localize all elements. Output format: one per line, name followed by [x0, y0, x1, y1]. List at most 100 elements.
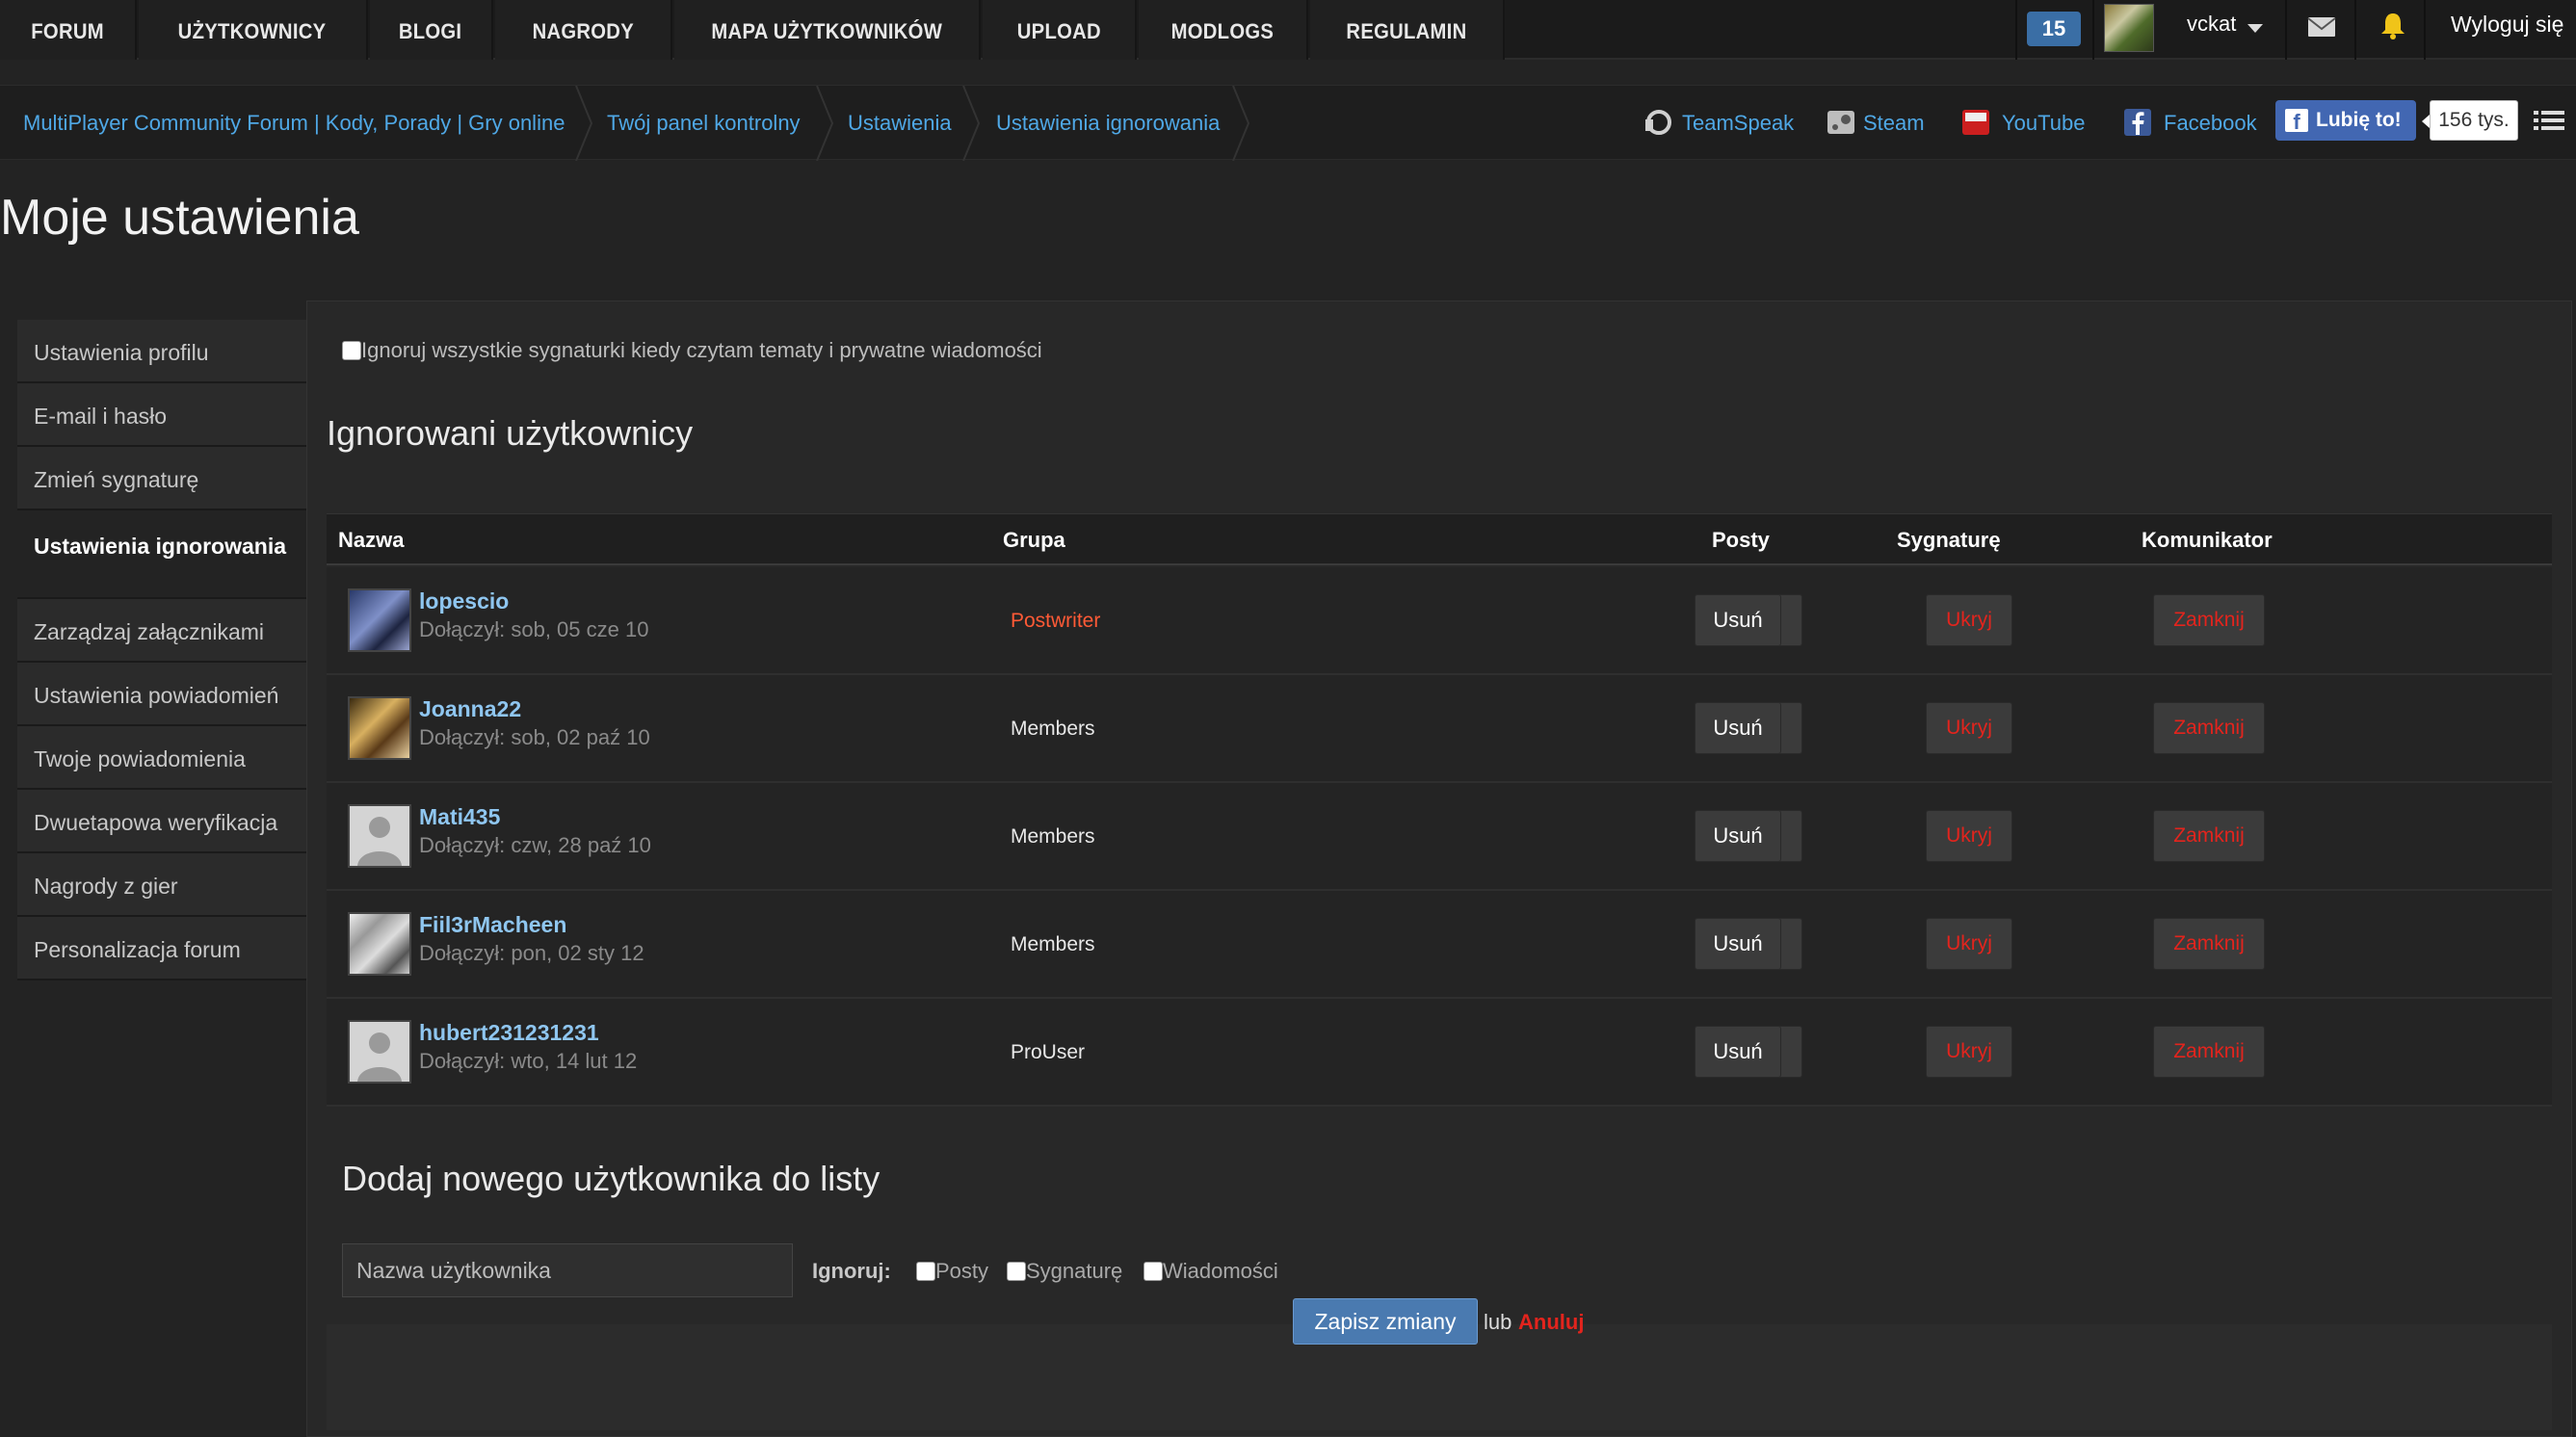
- user-avatar[interactable]: [348, 912, 411, 976]
- table-row: hubert231231231 Dołączył: wto, 14 lut 12…: [327, 999, 2552, 1107]
- youtube-label: YouTube: [2002, 111, 2086, 135]
- sidebar-item-forum-personalization[interactable]: Personalizacja forum: [17, 917, 306, 980]
- ignore-signature-checkbox[interactable]: [1007, 1262, 1026, 1282]
- user-avatar[interactable]: [2104, 4, 2154, 52]
- like-label: Lubię to!: [2316, 109, 2402, 131]
- close-messenger-button[interactable]: Zamknij: [2153, 702, 2265, 754]
- user-name-link[interactable]: Joanna22: [419, 696, 521, 722]
- logout-link[interactable]: Wyloguj się: [2451, 12, 2563, 38]
- breadcrumb-item-settings[interactable]: Ustawienia: [848, 86, 952, 161]
- sidebar-item-notification-settings[interactable]: Ustawienia powiadomień: [17, 663, 306, 726]
- hide-signature-button[interactable]: Ukryj: [1926, 594, 2012, 646]
- hide-signature-button[interactable]: Ukryj: [1926, 810, 2012, 862]
- user-silhouette-icon: [350, 806, 409, 866]
- sidebar-item-email-password[interactable]: E-mail i hasło: [17, 383, 306, 447]
- nav-tab-label: MODLOGS: [1170, 19, 1275, 43]
- mail-icon[interactable]: [2307, 15, 2336, 39]
- sidebar-item-profile-settings[interactable]: Ustawienia profilu: [17, 320, 306, 383]
- remove-user-button[interactable]: Usuń: [1695, 1026, 1781, 1078]
- cancel-link[interactable]: Anuluj: [1518, 1310, 1584, 1335]
- user-avatar[interactable]: [348, 696, 411, 760]
- facebook-icon: [2124, 109, 2151, 136]
- notification-count-badge[interactable]: 15: [2027, 12, 2081, 46]
- page-title: Moje ustawienia: [0, 190, 359, 246]
- remove-user-button[interactable]: Usuń: [1695, 594, 1781, 646]
- teamspeak-link[interactable]: TeamSpeak: [1643, 86, 1794, 161]
- close-messenger-button[interactable]: Zamknij: [2153, 810, 2265, 862]
- column-header-signature: Sygnaturę: [1897, 528, 2001, 552]
- default-avatar-icon[interactable]: [348, 804, 411, 868]
- table-row: Joanna22 Dołączył: sob, 02 paź 10 Member…: [327, 675, 2552, 783]
- nav-tab-forum[interactable]: FORUM: [0, 0, 137, 60]
- user-group: Members: [1011, 718, 1095, 740]
- sidebar-item-your-notifications[interactable]: Twoje powiadomienia: [17, 726, 306, 790]
- nav-tab-user-map[interactable]: MAPA UŻYTKOWNIKÓW: [674, 0, 981, 60]
- sidebar-item-attachments[interactable]: Zarządzaj załącznikami: [17, 599, 306, 663]
- table-row: Mati435 Dołączył: czw, 28 paź 10 Members…: [327, 783, 2552, 891]
- ignore-messages-checkbox[interactable]: [1143, 1262, 1163, 1282]
- breadcrumb-separator: [816, 86, 834, 161]
- remove-user-button[interactable]: Usuń: [1695, 810, 1781, 862]
- remove-user-button[interactable]: Usuń: [1695, 702, 1781, 754]
- breadcrumb-item-control-panel[interactable]: Twój panel kontrolny: [607, 86, 801, 161]
- ignore-posts-checkbox[interactable]: [916, 1262, 935, 1282]
- username-menu[interactable]: vckat: [2187, 12, 2236, 37]
- youtube-icon: [1962, 110, 1989, 135]
- or-text: lub: [1484, 1310, 1512, 1334]
- nav-tab-users[interactable]: UŻYTKOWNICY: [139, 0, 368, 60]
- default-avatar-icon[interactable]: [348, 1020, 411, 1084]
- close-messenger-button[interactable]: Zamknij: [2153, 594, 2265, 646]
- user-joined-date: Dołączył: sob, 02 paź 10: [419, 725, 650, 749]
- save-changes-button[interactable]: Zapisz zmiany: [1293, 1298, 1478, 1345]
- facebook-like-button[interactable]: f Lubię to!: [2275, 100, 2416, 141]
- remove-user-button[interactable]: Usuń: [1695, 918, 1781, 970]
- sidebar-item-change-signature[interactable]: Zmień sygnaturę: [17, 447, 306, 510]
- sidebar-item-two-step-verification[interactable]: Dwuetapowa weryfikacja: [17, 790, 306, 853]
- steam-icon: [1827, 111, 1854, 134]
- nav-tab-upload[interactable]: UPLOAD: [983, 0, 1137, 60]
- user-group: ProUser: [1011, 1041, 1086, 1063]
- ignore-all-signatures-checkbox[interactable]: [342, 341, 361, 361]
- ignore-posts-label: Posty: [935, 1259, 989, 1283]
- steam-link[interactable]: Steam: [1827, 86, 1925, 161]
- breadcrumb-item-ignore-settings[interactable]: Ustawienia ignorowania: [996, 86, 1220, 161]
- hide-signature-button[interactable]: Ukryj: [1926, 918, 2012, 970]
- hide-signature-button[interactable]: Ukryj: [1926, 702, 2012, 754]
- ignore-posts-option[interactable]: Posty: [916, 1259, 988, 1284]
- breadcrumb-separator: [1232, 86, 1250, 161]
- nav-divider: [2285, 0, 2287, 60]
- bell-icon[interactable]: [2379, 12, 2406, 40]
- breadcrumb-item-forum[interactable]: MultiPlayer Community Forum | Kody, Pora…: [23, 86, 565, 161]
- username-input[interactable]: [342, 1243, 793, 1297]
- list-menu-icon[interactable]: [2534, 109, 2564, 132]
- hide-signature-button[interactable]: Ukryj: [1926, 1026, 2012, 1078]
- nav-tab-blogs[interactable]: BLOGI: [370, 0, 493, 60]
- nav-tab-modlogs[interactable]: MODLOGS: [1139, 0, 1308, 60]
- user-name-link[interactable]: Mati435: [419, 804, 500, 830]
- user-name-link[interactable]: hubert231231231: [419, 1020, 599, 1046]
- table-row: lopescio Dołączył: sob, 05 cze 10 Postwr…: [327, 567, 2552, 675]
- user-avatar[interactable]: [348, 588, 411, 652]
- form-actions-anchor: Zapisz zmiany lub Anuluj: [306, 1023, 1584, 1345]
- facebook-icon: f: [2285, 109, 2308, 134]
- user-joined-date: Dołączył: pon, 02 sty 12: [419, 941, 644, 965]
- ignore-signature-option[interactable]: Sygnaturę: [1007, 1259, 1122, 1284]
- nav-tab-label: REGULAMIN: [1346, 19, 1467, 43]
- nav-tab-rewards[interactable]: NAGRODY: [495, 0, 672, 60]
- add-user-heading: Dodaj nowego użytkownika do listy: [342, 1159, 881, 1198]
- ignore-messages-option[interactable]: Wiadomości: [1143, 1259, 1278, 1284]
- user-name-link[interactable]: Fiil3rMacheen: [419, 912, 566, 938]
- chevron-down-icon[interactable]: [2247, 24, 2263, 33]
- user-name-link[interactable]: lopescio: [419, 588, 509, 614]
- facebook-label: Facebook: [2164, 111, 2257, 135]
- column-header-name: Nazwa: [338, 528, 405, 552]
- close-messenger-button[interactable]: Zamknij: [2153, 1026, 2265, 1078]
- close-messenger-button[interactable]: Zamknij: [2153, 918, 2265, 970]
- sidebar-item-ignore-settings[interactable]: Ustawienia ignorowania: [17, 510, 306, 599]
- nav-tab-rules[interactable]: REGULAMIN: [1310, 0, 1505, 60]
- facebook-link[interactable]: Facebook: [2123, 86, 2257, 161]
- youtube-link[interactable]: YouTube: [1961, 86, 2085, 161]
- ignore-all-signatures-option[interactable]: Ignoruj wszystkie sygnaturki kiedy czyta…: [342, 338, 1042, 363]
- ignore-options-label: Ignoruj:: [812, 1259, 891, 1283]
- sidebar-item-game-rewards[interactable]: Nagrody z gier: [17, 853, 306, 917]
